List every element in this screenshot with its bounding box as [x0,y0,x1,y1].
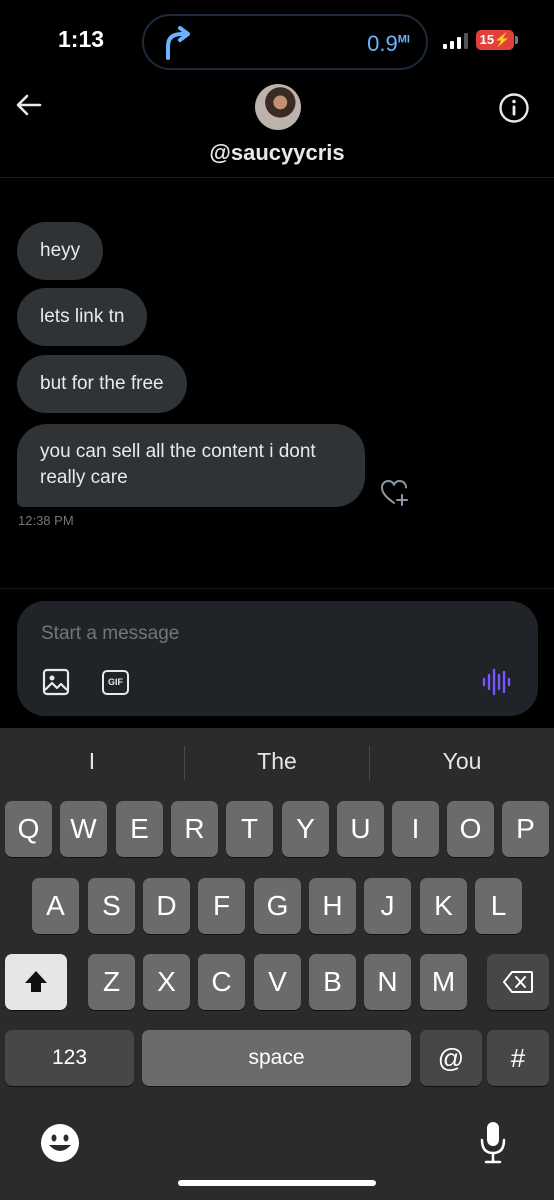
key-z[interactable]: Z [88,954,135,1010]
nav-distance-value: 0.9 [367,31,398,56]
key-v[interactable]: V [254,954,301,1010]
key-l[interactable]: L [475,878,522,934]
predictive-bar: I The You [0,728,554,798]
key-t[interactable]: T [226,801,273,857]
conversation-username[interactable]: @saucyycris [0,140,554,166]
nav-distance: 0.9MI [367,31,410,57]
message-bubble[interactable]: heyy [17,222,104,280]
key-w[interactable]: W [60,801,107,857]
nav-distance-unit: MI [397,33,410,46]
shift-key[interactable] [5,954,67,1010]
key-a[interactable]: A [32,878,79,934]
key-y[interactable]: Y [282,801,329,857]
cellular-signal-icon [443,33,468,49]
avatar[interactable] [255,84,301,130]
add-reaction-heart-icon[interactable] [380,478,410,506]
image-icon[interactable] [41,667,71,697]
message-bubble[interactable]: but for the free [17,355,187,413]
home-indicator[interactable] [178,1180,376,1186]
key-s[interactable]: S [88,878,135,934]
key-u[interactable]: U [337,801,384,857]
gif-button[interactable]: GIF [102,670,129,695]
space-key[interactable]: space [142,1030,411,1086]
at-key[interactable]: @ [420,1030,482,1086]
backspace-icon [503,971,533,993]
message-bubble[interactable]: lets link tn [17,288,148,346]
key-p[interactable]: P [502,801,549,857]
key-h[interactable]: H [309,878,356,934]
message-bubble[interactable]: you can sell all the content i dont real… [17,424,365,507]
battery-level: 15 [479,32,495,47]
message-input[interactable]: Start a message [41,623,179,645]
info-icon[interactable] [498,92,530,124]
keyboard: I The You Q W E R T Y U I O P A S D F G … [0,728,554,1200]
key-r[interactable]: R [171,801,218,857]
key-b[interactable]: B [309,954,356,1010]
key-k[interactable]: K [420,878,467,934]
numbers-key[interactable]: 123 [5,1030,134,1086]
navigation-live-activity[interactable]: 0.9MI [142,14,428,70]
microphone-icon[interactable] [478,1120,508,1166]
key-f[interactable]: F [198,878,245,934]
key-q[interactable]: Q [5,801,52,857]
suggestion-item[interactable]: The [185,748,369,775]
turn-right-arrow-icon [166,26,190,60]
suggestion-item[interactable]: You [370,748,554,775]
emoji-icon[interactable] [40,1123,80,1163]
conversation-header: @saucyycris [0,80,554,178]
key-d[interactable]: D [143,878,190,934]
key-x[interactable]: X [143,954,190,1010]
key-g[interactable]: G [254,878,301,934]
status-bar: 1:13 0.9MI 15⚡ [0,0,554,80]
back-arrow-icon[interactable] [14,90,44,120]
message-composer[interactable]: Start a message GIF [17,601,538,716]
message-list[interactable]: heyy lets link tn but for the free you c… [0,178,554,588]
shift-arrow-icon [25,971,47,992]
message-timestamp: 12:38 PM [18,513,74,528]
composer-area: Start a message GIF [0,588,554,728]
key-e[interactable]: E [116,801,163,857]
battery-icon: 15⚡ [476,30,514,50]
key-j[interactable]: J [364,878,411,934]
key-m[interactable]: M [420,954,467,1010]
hash-key[interactable]: # [487,1030,549,1086]
voice-message-icon[interactable] [481,667,511,697]
key-i[interactable]: I [392,801,439,857]
key-n[interactable]: N [364,954,411,1010]
key-o[interactable]: O [447,801,494,857]
suggestion-item[interactable]: I [0,748,184,775]
battery-tip [515,36,518,44]
status-time: 1:13 [58,26,105,52]
delete-key[interactable] [487,954,549,1010]
key-c[interactable]: C [198,954,245,1010]
